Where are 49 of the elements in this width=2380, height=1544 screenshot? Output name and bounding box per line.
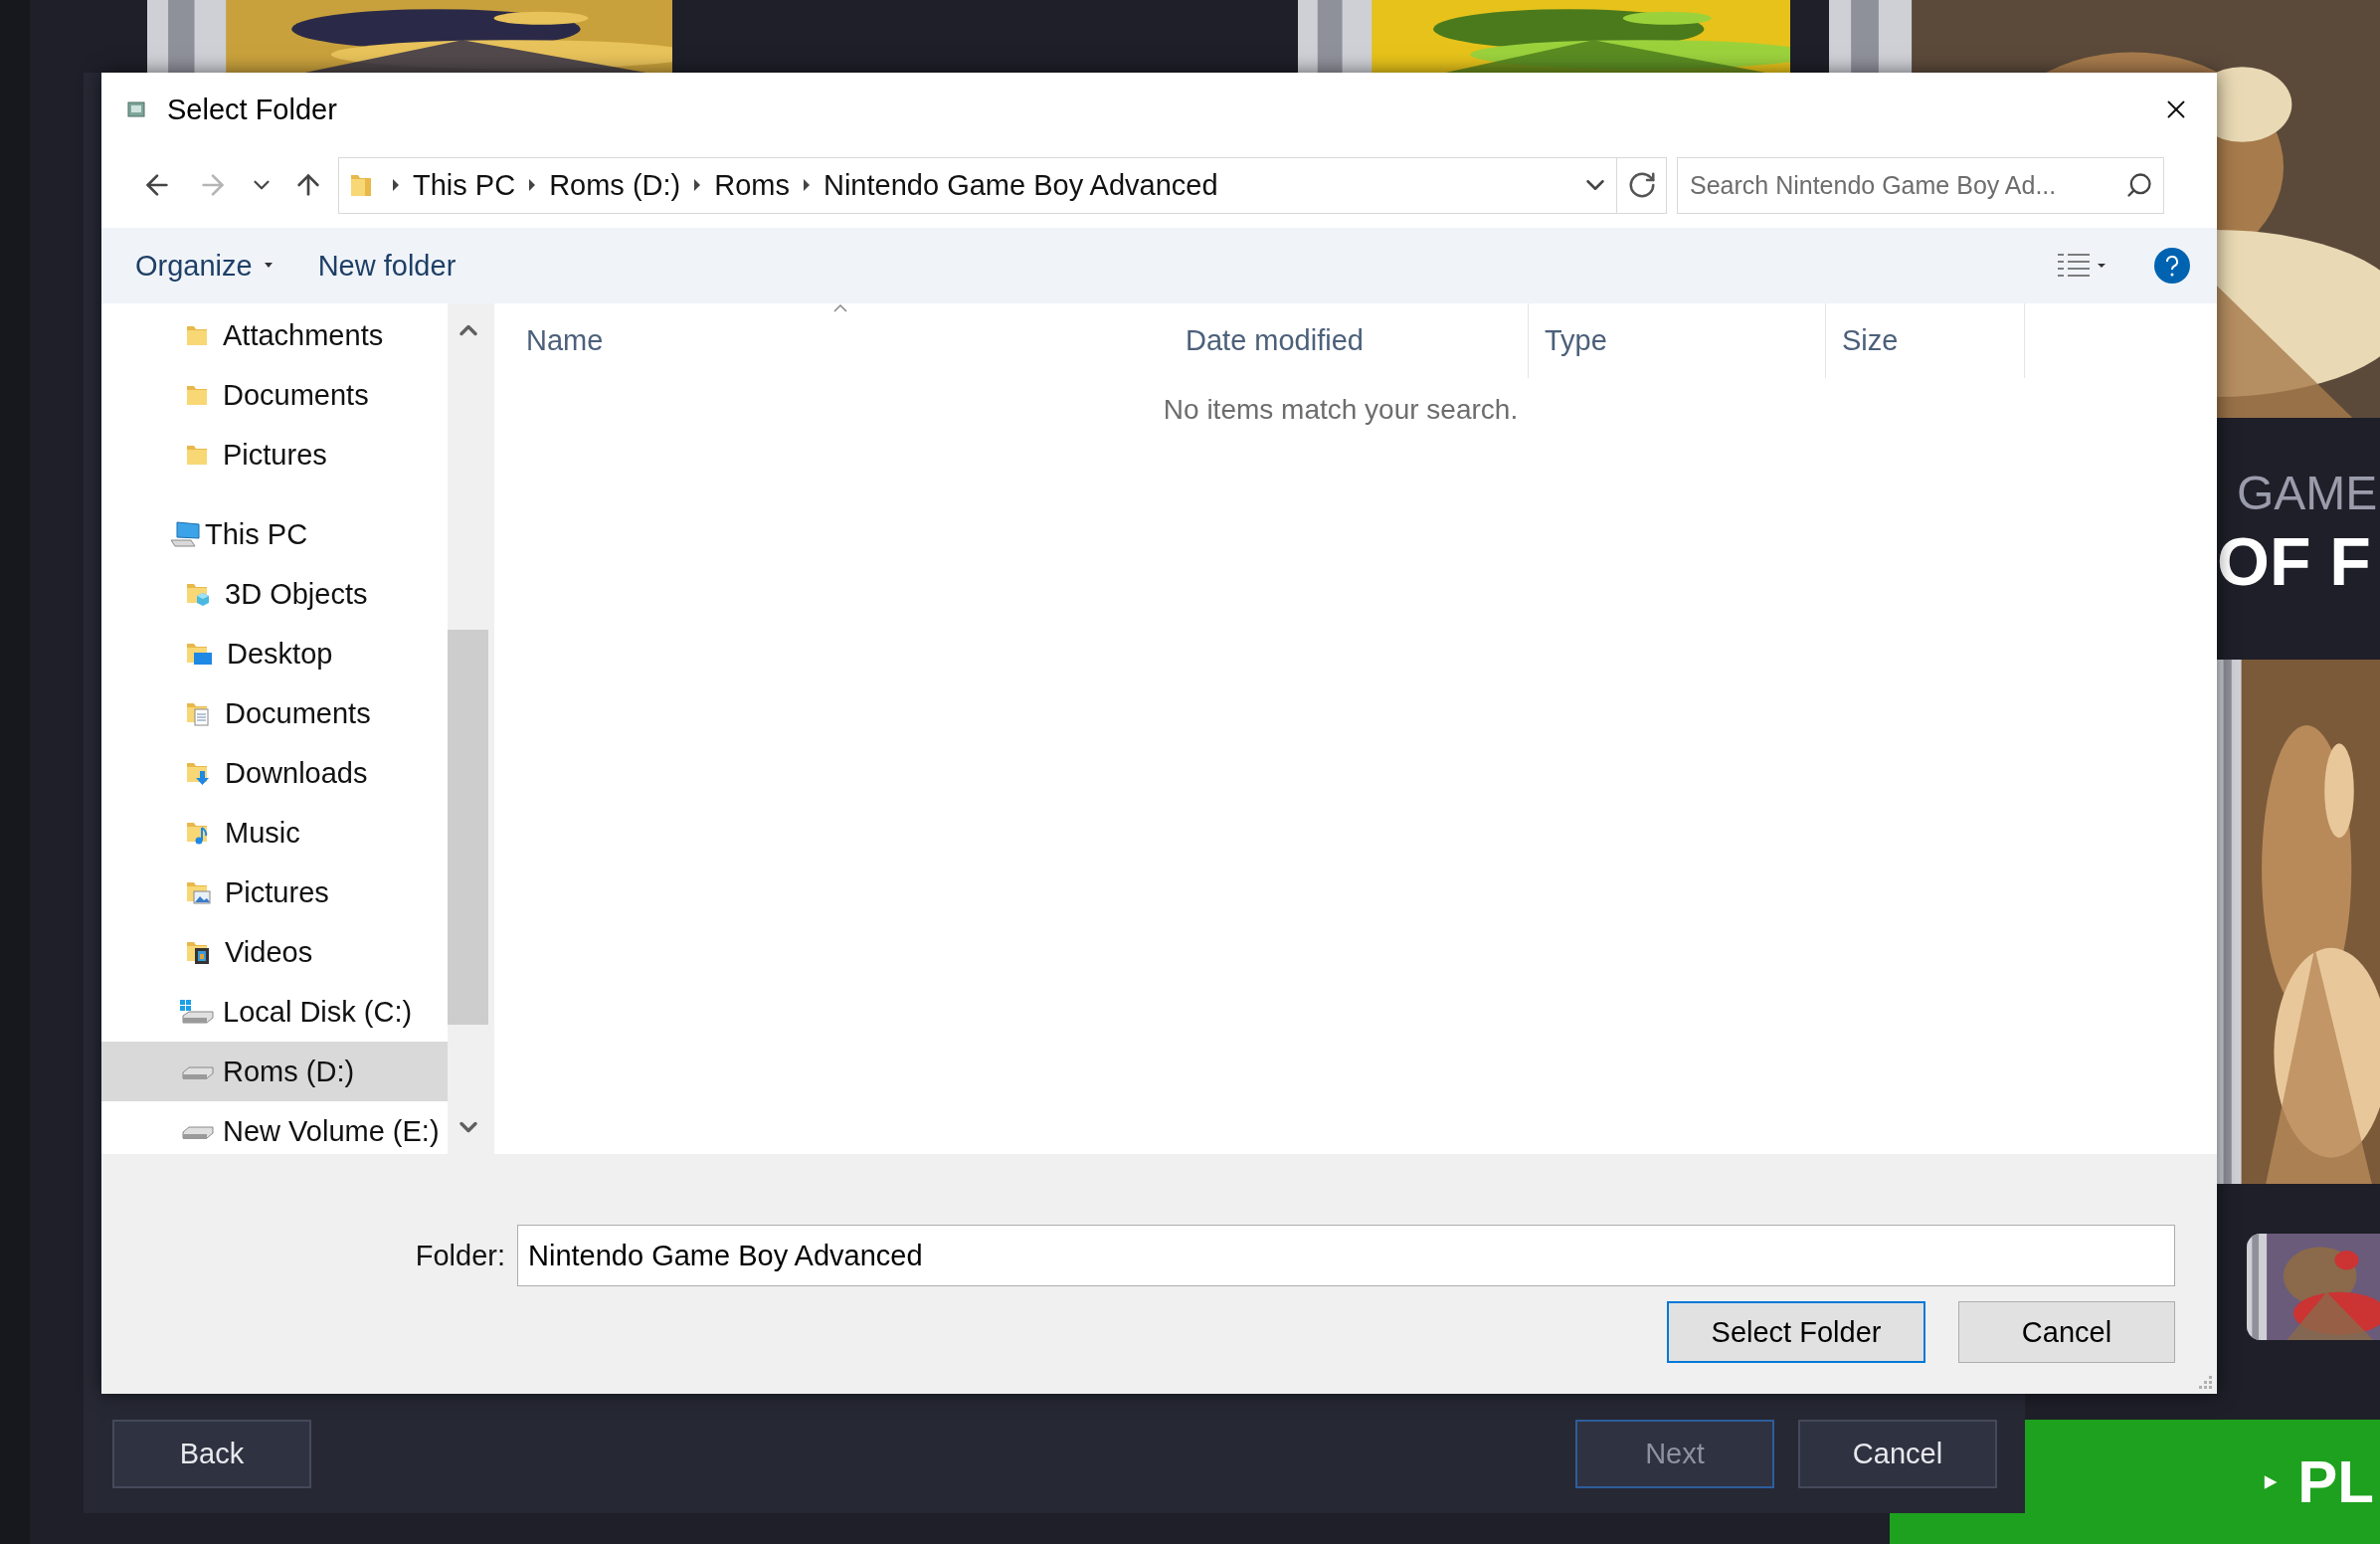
wizard-button[interactable]: Back: [112, 1420, 311, 1488]
breadcrumb-item[interactable]: Roms (D:): [543, 168, 687, 202]
nav-item[interactable]: Documents: [101, 683, 448, 743]
wizard-button[interactable]: Cancel: [1798, 1420, 1997, 1488]
dialog-button[interactable]: Cancel: [1958, 1301, 2175, 1363]
column-header[interactable]: Type: [1529, 303, 1826, 378]
caret-icon: [264, 263, 273, 269]
field-label: Folder:: [414, 1239, 505, 1272]
breadcrumb-item[interactable]: Nintendo Game Boy Advanced: [818, 168, 1224, 202]
nav-item[interactable]: Pictures: [101, 863, 448, 922]
folder-name-field[interactable]: Nintendo Game Boy Advanced: [517, 1225, 2175, 1286]
nav-item[interactable]: This PC: [101, 504, 448, 564]
nav-item[interactable]: Documents: [101, 365, 448, 425]
dialog-button[interactable]: Select Folder: [1667, 1301, 1925, 1363]
help-icon[interactable]: [2153, 247, 2191, 285]
chevron-right-icon: [391, 178, 401, 192]
nav-item[interactable]: New Volume (E:): [101, 1101, 448, 1154]
column-header[interactable]: Name: [494, 303, 1170, 378]
address-bar[interactable]: This PC Roms (D:) Roms Nintendo Game Boy Advanced: [338, 156, 1667, 214]
nav-item[interactable]: Roms (D:): [101, 1042, 448, 1101]
nav-item[interactable]: 3D Objects: [101, 564, 448, 624]
chevron-right-icon: [527, 178, 538, 192]
search-icon: [2125, 171, 2153, 199]
nav-item[interactable]: Videos: [101, 922, 448, 982]
scrollbar-thumb[interactable]: [448, 630, 488, 1025]
new-folder-button[interactable]: New folder: [317, 249, 457, 283]
nav-item[interactable]: Music: [101, 803, 448, 863]
nav-item[interactable]: Downloads: [101, 743, 448, 803]
column-header[interactable]: Date modified: [1170, 303, 1529, 378]
search-field[interactable]: Search Nintendo Game Boy Ad...: [1677, 156, 2164, 214]
breadcrumb-item[interactable]: This PC: [407, 168, 522, 202]
breadcrumb-item[interactable]: Roms: [708, 168, 796, 202]
window-title: Select Folder: [167, 93, 338, 126]
nav-item[interactable]: Pictures: [101, 425, 448, 484]
drive-icon: [179, 999, 215, 1025]
side-subtitle: GAME: [2236, 466, 2379, 520]
side-heading: OF F: [2217, 522, 2372, 600]
chevron-right-icon: [692, 178, 703, 192]
search-input[interactable]: Search Nintendo Game Boy Ad...: [1690, 170, 2119, 200]
nav-item[interactable]: Local Disk (C:): [101, 982, 448, 1042]
chevron-right-icon: [802, 178, 812, 192]
empty-message: No items match your search.: [1163, 394, 1519, 426]
resize-grip-icon[interactable]: [2197, 1374, 2213, 1390]
nav-item[interactable]: Attachments: [101, 305, 448, 365]
organize-menu[interactable]: Organize: [135, 249, 273, 283]
nav-item[interactable]: Desktop: [101, 624, 448, 683]
column-header[interactable]: Size: [1826, 303, 2025, 378]
computer-icon: [169, 520, 201, 548]
app-icon: [127, 101, 145, 117]
